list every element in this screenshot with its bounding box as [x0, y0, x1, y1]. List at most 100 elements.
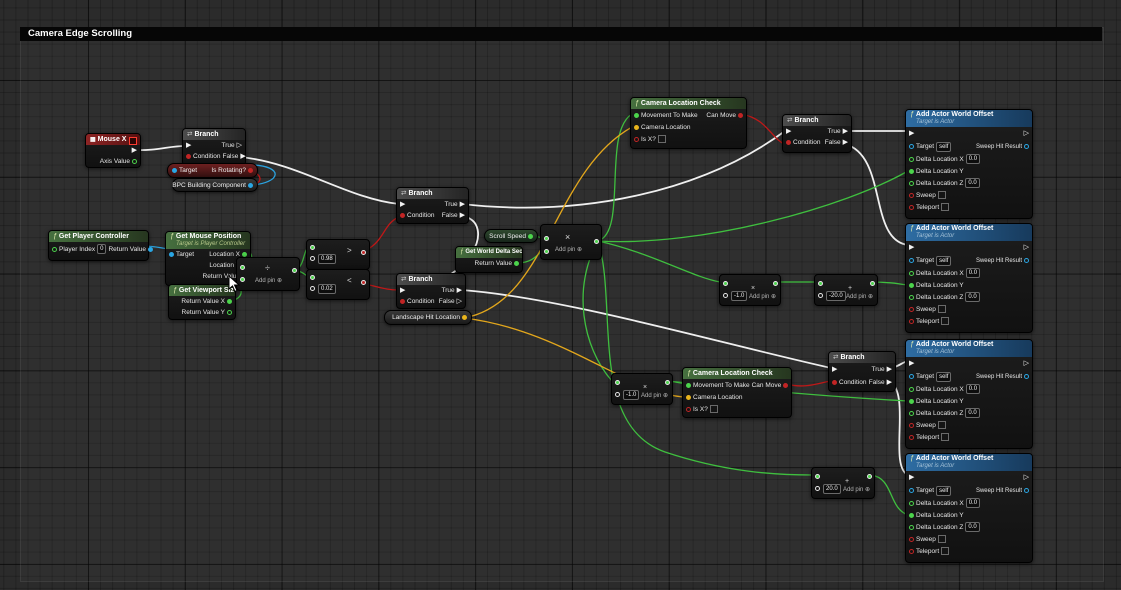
greater-in2-pin[interactable]: [310, 256, 315, 261]
sweep-pin[interactable]: [909, 193, 914, 198]
true-pin[interactable]: ▶: [457, 287, 462, 294]
target-pin[interactable]: [172, 168, 177, 173]
add-pin-button[interactable]: Add pin ⊕: [843, 487, 870, 493]
is-x-pin[interactable]: [634, 137, 639, 142]
node-add-actor-world-offset-4[interactable]: ƒAdd Actor World Offset Target is Actor …: [905, 453, 1033, 563]
in2-pin[interactable]: [818, 293, 823, 298]
in2-pin[interactable]: [723, 293, 728, 298]
exec-out-pin[interactable]: ▷: [1024, 360, 1029, 367]
node-add-pos20[interactable]: 20.0 + Add pin ⊕: [811, 467, 875, 499]
node-get-world-delta-seconds[interactable]: ƒGet World Delta Seconds Return Value: [455, 246, 523, 273]
node-less[interactable]: 0.02 <: [306, 269, 370, 300]
is-x-pin[interactable]: [686, 407, 691, 412]
camera-location-pin[interactable]: [634, 125, 639, 130]
less-value[interactable]: 0.02: [318, 284, 336, 294]
in2-pin[interactable]: [815, 486, 820, 491]
multiply-out-pin[interactable]: [594, 239, 599, 244]
exec-in-pin[interactable]: ▶: [786, 128, 791, 135]
in1-pin[interactable]: [723, 281, 728, 286]
teleport-checkbox[interactable]: [941, 317, 949, 325]
exec-out-pin[interactable]: ▷: [1024, 130, 1029, 137]
movement-to-make-pin[interactable]: [634, 113, 639, 118]
sweep-hit-result-pin[interactable]: [1024, 374, 1029, 379]
target-value[interactable]: self: [936, 372, 951, 382]
camera-location-pin[interactable]: [686, 395, 691, 400]
exec-in-pin[interactable]: ▶: [909, 474, 914, 481]
target-value[interactable]: self: [936, 142, 951, 152]
teleport-pin[interactable]: [909, 205, 914, 210]
less-out-pin[interactable]: [361, 280, 366, 285]
sweep-hit-result-pin[interactable]: [1024, 144, 1029, 149]
node-get-player-controller[interactable]: ƒGet Player Controller Player Index0 Ret…: [48, 230, 149, 261]
out-pin[interactable]: [870, 281, 875, 286]
false-pin[interactable]: ▶: [843, 139, 848, 146]
delta-z-pin[interactable]: [909, 181, 914, 186]
exec-in-pin[interactable]: ▶: [832, 366, 837, 373]
exec-out-pin[interactable]: ▶: [132, 147, 137, 154]
add-pin-button[interactable]: Add pin ⊕: [255, 278, 282, 284]
node-add-neg20[interactable]: -20.0 + Add pin ⊕: [814, 274, 878, 306]
teleport-pin[interactable]: [909, 435, 914, 440]
node-bpc-building-component[interactable]: BPC Building Component: [172, 178, 258, 192]
exec-in-pin[interactable]: ▶: [400, 201, 405, 208]
exec-out-pin[interactable]: ▷: [1024, 244, 1029, 251]
delta-x-value[interactable]: 0.0: [966, 154, 980, 164]
node-divide[interactable]: ÷ Add pin ⊕: [236, 257, 300, 291]
teleport-pin[interactable]: [909, 549, 914, 554]
return-value-x-pin[interactable]: [227, 299, 232, 304]
sweep-checkbox[interactable]: [938, 305, 946, 313]
true-pin[interactable]: ▶: [843, 128, 848, 135]
delta-x-pin[interactable]: [909, 271, 914, 276]
delta-z-pin[interactable]: [909, 411, 914, 416]
node-add-actor-world-offset-2[interactable]: ƒAdd Actor World Offset Target is Actor …: [905, 223, 1033, 333]
node-landscape-hit-location[interactable]: Landscape Hit Location: [384, 310, 472, 325]
node-multiply[interactable]: × Add pin ⊕: [540, 224, 602, 260]
in1-pin[interactable]: [815, 474, 820, 479]
true-pin[interactable]: ▷: [237, 142, 242, 149]
teleport-checkbox[interactable]: [941, 203, 949, 211]
delta-x-pin[interactable]: [909, 157, 914, 162]
condition-pin[interactable]: [186, 154, 191, 159]
target-value[interactable]: self: [936, 486, 951, 496]
value-box[interactable]: -20.0: [826, 291, 846, 301]
node-is-rotating[interactable]: Target Is Rotating?: [167, 163, 258, 178]
divide-out-pin[interactable]: [292, 268, 297, 273]
out-pin[interactable]: [867, 474, 872, 479]
teleport-pin[interactable]: [909, 319, 914, 324]
node-mouse-x[interactable]: ▦Mouse X ▶ Axis Value: [85, 133, 141, 168]
node-branch-b[interactable]: ⇄Branch ▶True▶ ConditionFalse▶: [396, 187, 469, 224]
node-greater[interactable]: 0.98 >: [306, 239, 370, 270]
condition-pin[interactable]: [400, 213, 405, 218]
blueprint-graph-canvas[interactable]: Camera Edge Scrolling: [0, 0, 1121, 590]
divide-in1-pin[interactable]: [240, 265, 245, 270]
sweep-hit-result-pin[interactable]: [1024, 488, 1029, 493]
delta-x-value[interactable]: 0.0: [966, 384, 980, 394]
out-pin[interactable]: [665, 380, 670, 385]
target-value[interactable]: self: [936, 256, 951, 266]
less-in1-pin[interactable]: [310, 275, 315, 280]
delta-z-pin[interactable]: [909, 525, 914, 530]
greater-value[interactable]: 0.98: [318, 254, 336, 264]
true-pin[interactable]: ▶: [460, 201, 465, 208]
delta-y-pin[interactable]: [909, 283, 914, 288]
player-index-pin[interactable]: [52, 247, 57, 252]
exec-out-pin[interactable]: ▷: [1024, 474, 1029, 481]
less-in2-pin[interactable]: [310, 286, 315, 291]
return-value-pin[interactable]: [148, 247, 153, 252]
sweep-checkbox[interactable]: [938, 191, 946, 199]
node-multiply-neg1-bottom[interactable]: -1.0 × Add pin ⊕: [611, 373, 673, 405]
condition-pin[interactable]: [400, 299, 405, 304]
delta-y-pin[interactable]: [909, 513, 914, 518]
node-branch-d[interactable]: ⇄Branch ▶True▶ ConditionFalse▶: [782, 114, 852, 153]
node-add-actor-world-offset-1[interactable]: ƒAdd Actor World Offset Target is Actor …: [905, 109, 1033, 219]
greater-out-pin[interactable]: [361, 250, 366, 255]
false-pin[interactable]: ▷: [457, 298, 462, 305]
landscape-hit-location-pin[interactable]: [462, 315, 467, 320]
can-move-pin[interactable]: [738, 113, 743, 118]
add-pin-button[interactable]: Add pin ⊕: [641, 393, 668, 399]
in1-pin[interactable]: [615, 380, 620, 385]
node-branch-c[interactable]: ⇄Branch ▶True▶ ConditionFalse▷: [396, 273, 466, 309]
value-box[interactable]: -1.0: [623, 390, 639, 400]
target-pin[interactable]: [909, 258, 914, 263]
teleport-checkbox[interactable]: [941, 547, 949, 555]
